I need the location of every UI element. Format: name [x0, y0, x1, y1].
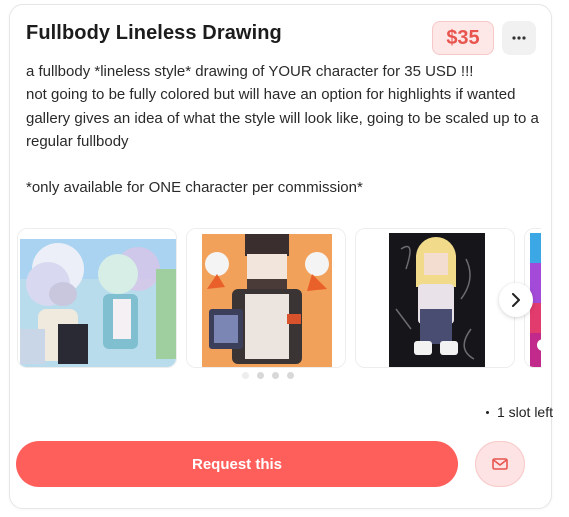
listing-description: a fullbody *lineless style* drawing of Y… — [26, 63, 539, 197]
pagination-dot[interactable] — [257, 372, 264, 379]
mail-icon — [492, 458, 508, 470]
message-button[interactable] — [475, 441, 525, 487]
chevron-right-icon — [512, 293, 520, 307]
gallery-image-1[interactable] — [17, 228, 177, 368]
gallery-carousel[interactable] — [17, 228, 541, 370]
slots-remaining: 1 slot left — [485, 404, 553, 420]
price-badge: $35 — [432, 21, 494, 55]
pagination-dot[interactable] — [287, 372, 294, 379]
listing-title: Fullbody Lineless Drawing — [26, 22, 282, 44]
gallery-pagination — [242, 372, 294, 379]
slots-remaining-text: 1 slot left — [496, 404, 553, 420]
gallery-next-button[interactable] — [499, 283, 533, 317]
gallery-image-3[interactable] — [355, 228, 515, 368]
more-horizontal-icon — [512, 36, 526, 40]
status-dot-icon — [485, 410, 489, 414]
gallery-image-2[interactable] — [186, 228, 346, 368]
pagination-dot[interactable] — [242, 372, 249, 379]
pagination-dot[interactable] — [272, 372, 279, 379]
request-button[interactable]: Request this — [16, 441, 458, 487]
more-options-button[interactable] — [502, 21, 536, 55]
